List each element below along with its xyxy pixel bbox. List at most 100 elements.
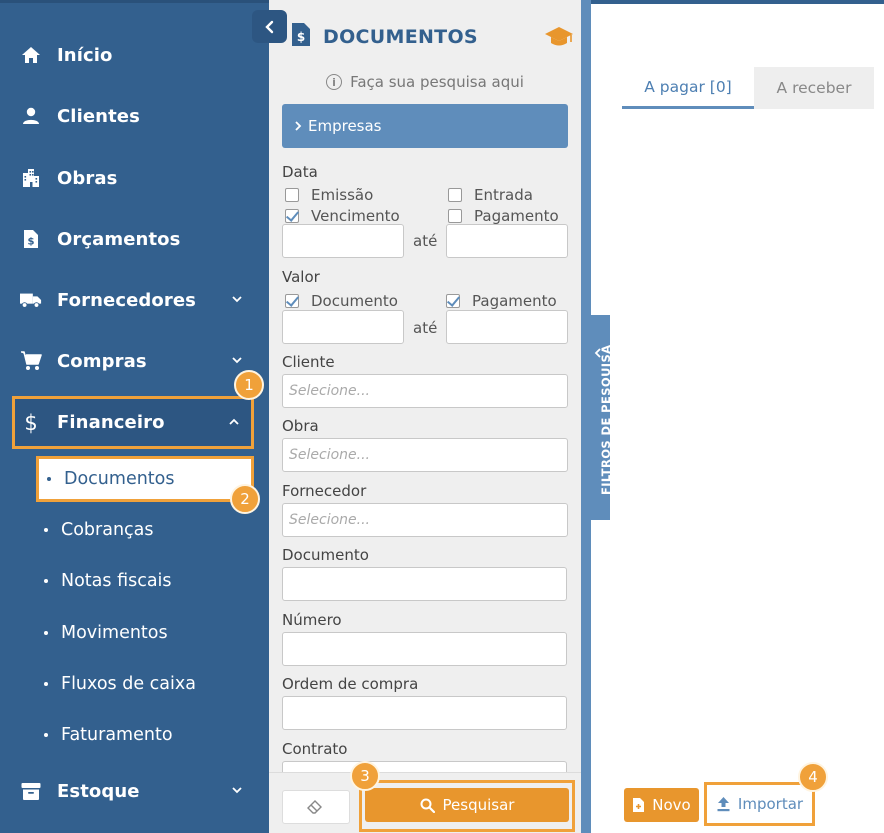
documento-label: Documento bbox=[282, 546, 369, 564]
numero-label: Número bbox=[282, 611, 342, 629]
step-badge: 3 bbox=[350, 761, 380, 791]
checkbox-documento[interactable]: Documento bbox=[285, 292, 398, 310]
new-document-icon bbox=[633, 798, 645, 812]
dollar-icon: $ bbox=[20, 412, 42, 434]
sidebar-item-financeiro[interactable]: $ Financeiro bbox=[12, 396, 254, 449]
step-badge: 2 bbox=[230, 484, 260, 514]
checkbox-entrada[interactable]: Entrada bbox=[448, 186, 533, 204]
checkbox[interactable] bbox=[446, 294, 460, 308]
sidebar-item-obras[interactable]: Obras bbox=[12, 152, 254, 204]
empresas-accordion[interactable]: Empresas bbox=[282, 104, 568, 148]
tab-a-receber[interactable]: A receber bbox=[754, 67, 874, 109]
sidebar-subitem-cobrancas[interactable]: Cobranças bbox=[36, 509, 154, 551]
checkbox-label: Pagamento bbox=[472, 292, 557, 310]
checkbox-valor-pagamento[interactable]: Pagamento bbox=[446, 292, 557, 310]
data-label: Data bbox=[282, 163, 318, 181]
sidebar-subitem-movimentos[interactable]: Movimentos bbox=[36, 612, 168, 654]
obra-label: Obra bbox=[282, 417, 319, 435]
import-button-label: Importar bbox=[737, 795, 804, 813]
valor-start-input[interactable] bbox=[282, 310, 404, 344]
checkbox-vencimento[interactable]: Vencimento bbox=[285, 207, 400, 225]
search-button-highlight: Pesquisar bbox=[359, 780, 575, 832]
sidebar-subitem-label: Documentos bbox=[64, 469, 175, 489]
obra-select[interactable] bbox=[282, 438, 568, 472]
sidebar-item-clientes[interactable]: Clientes bbox=[12, 90, 254, 142]
sidebar-subitem-label: Cobranças bbox=[61, 520, 154, 540]
checkbox[interactable] bbox=[285, 188, 299, 202]
bullet-icon bbox=[47, 477, 51, 481]
filter-panel: $ DOCUMENTOS i Faça sua pesquisa aqui Em… bbox=[269, 0, 581, 833]
sidebar-subitem-label: Fluxos de caixa bbox=[61, 674, 196, 694]
checkbox[interactable] bbox=[448, 209, 462, 223]
data-start-input[interactable] bbox=[282, 224, 404, 258]
sidebar-subitem-label: Movimentos bbox=[61, 623, 168, 643]
valor-label: Valor bbox=[282, 268, 320, 286]
ordem-de-compra-input[interactable] bbox=[282, 696, 567, 730]
valor-end-input[interactable] bbox=[446, 310, 568, 344]
documento-input[interactable] bbox=[282, 567, 567, 601]
sidebar-subitem-label: Faturamento bbox=[61, 725, 173, 745]
checkbox-label: Entrada bbox=[474, 186, 533, 204]
upload-icon bbox=[717, 797, 730, 812]
import-button-highlight: Importar bbox=[704, 782, 815, 826]
step-badge: 1 bbox=[234, 370, 264, 400]
tab-a-pagar[interactable]: A pagar [0] bbox=[622, 67, 754, 109]
checkbox-label: Documento bbox=[311, 292, 398, 310]
checkbox[interactable] bbox=[448, 188, 462, 202]
chevron-right-icon bbox=[295, 121, 302, 131]
accordion-label: Empresas bbox=[308, 117, 382, 135]
graduation-cap-icon[interactable] bbox=[544, 25, 574, 53]
search-button[interactable]: Pesquisar bbox=[365, 788, 569, 822]
document-dollar-icon: $ bbox=[20, 228, 42, 250]
sidebar-subitem-documentos[interactable]: Documentos bbox=[36, 456, 254, 502]
data-end-input[interactable] bbox=[446, 224, 568, 258]
search-button-label: Pesquisar bbox=[442, 796, 515, 814]
sidebar-item-label: Compras bbox=[57, 350, 147, 372]
sidebar-item-compras[interactable]: Compras bbox=[12, 335, 254, 387]
bullet-icon bbox=[44, 682, 48, 686]
checkbox[interactable] bbox=[285, 294, 299, 308]
contrato-label: Contrato bbox=[282, 740, 348, 758]
novo-button[interactable]: Novo bbox=[624, 788, 699, 822]
cart-icon bbox=[20, 350, 42, 372]
info-icon: i bbox=[326, 74, 343, 90]
sidebar-subitem-notas-fiscais[interactable]: Notas fiscais bbox=[36, 560, 172, 602]
fornecedor-select[interactable] bbox=[282, 503, 568, 537]
sidebar-subitem-faturamento[interactable]: Faturamento bbox=[36, 714, 173, 756]
sidebar-item-inicio[interactable]: Início bbox=[12, 29, 254, 81]
document-dollar-icon: $ bbox=[291, 22, 311, 51]
bullet-icon bbox=[44, 733, 48, 737]
bullet-icon bbox=[44, 631, 48, 635]
clear-filters-button[interactable] bbox=[282, 790, 350, 824]
search-icon bbox=[420, 798, 435, 813]
collapse-sidebar-button[interactable] bbox=[252, 10, 287, 43]
truck-icon bbox=[20, 289, 42, 311]
eraser-icon bbox=[307, 800, 322, 814]
import-button[interactable]: Importar bbox=[710, 788, 809, 820]
chevron-down-icon bbox=[232, 357, 242, 364]
fornecedor-label: Fornecedor bbox=[282, 482, 367, 500]
sidebar-item-label: Obras bbox=[57, 167, 118, 189]
sidebar-item-label: Início bbox=[57, 44, 113, 66]
numero-input[interactable] bbox=[282, 632, 567, 666]
svg-text:$: $ bbox=[24, 412, 37, 434]
sidebar-item-estoque[interactable]: Estoque bbox=[12, 765, 254, 817]
checkbox[interactable] bbox=[285, 209, 299, 223]
bullet-icon bbox=[44, 579, 48, 583]
building-icon bbox=[20, 167, 42, 189]
sidebar-top-border bbox=[0, 0, 269, 3]
checkbox-pagamento[interactable]: Pagamento bbox=[448, 207, 559, 225]
filter-panel-toggle[interactable]: FILTROS DE PESQUISA bbox=[588, 315, 613, 520]
range-separator: até bbox=[413, 232, 438, 250]
checkbox-emissao[interactable]: Emissão bbox=[285, 186, 373, 204]
search-hint: i Faça sua pesquisa aqui bbox=[269, 73, 581, 91]
checkbox-label: Vencimento bbox=[311, 207, 400, 225]
sidebar-item-fornecedores[interactable]: Fornecedores bbox=[12, 274, 254, 326]
step-badge: 4 bbox=[798, 762, 828, 792]
svg-text:$: $ bbox=[28, 237, 35, 248]
ordem-de-compra-label: Ordem de compra bbox=[282, 675, 419, 693]
cliente-select[interactable] bbox=[282, 374, 568, 408]
sidebar-subitem-fluxos-de-caixa[interactable]: Fluxos de caixa bbox=[36, 663, 196, 705]
sidebar-item-orcamentos[interactable]: $ Orçamentos bbox=[12, 213, 254, 265]
chevron-down-icon bbox=[232, 787, 242, 794]
